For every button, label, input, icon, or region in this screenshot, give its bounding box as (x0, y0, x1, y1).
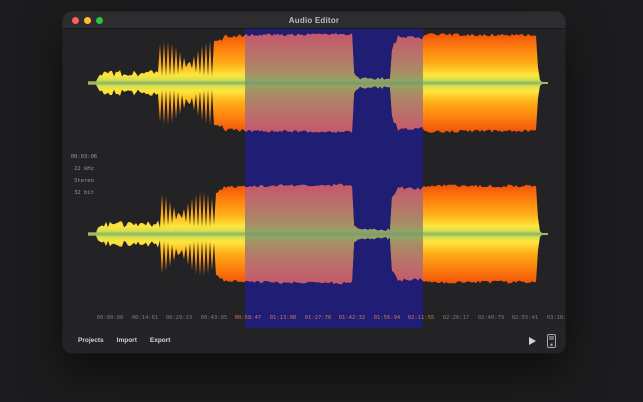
toolbar: Projects Import Export (63, 328, 565, 353)
toolbar-button-export[interactable]: Export (150, 337, 171, 344)
timeline[interactable]: 00:00:00 00:14:61 00:29:23 00:43:85 00:58:47… (63, 315, 565, 325)
audio-editor-window: Audio Editor 00:03:06 22 kHz Stereo 32 b… (63, 12, 565, 353)
timeline-label: 00:43:85 (200, 315, 228, 321)
sample-rate-label: 22 kHz (74, 166, 94, 172)
titlebar[interactable]: Audio Editor (63, 12, 565, 29)
timeline-label: 02:11:55 (407, 315, 435, 321)
timeline-label: 00:29:23 (165, 315, 193, 321)
duration-label: 00:03:06 (70, 154, 98, 160)
output-device-icon[interactable] (547, 333, 556, 348)
close-button[interactable] (72, 16, 79, 24)
timeline-label: 02:55:41 (511, 315, 539, 321)
zoom-button[interactable] (96, 16, 103, 24)
timeline-label: 00:58:47 (234, 315, 262, 321)
toolbar-button-projects[interactable]: Projects (78, 337, 104, 344)
minimize-button[interactable] (84, 16, 91, 24)
window-title: Audio Editor (288, 15, 340, 25)
toolbar-button-import[interactable]: Import (117, 337, 137, 344)
waveform-canvas[interactable] (63, 29, 565, 328)
timeline-label: 02:26:17 (442, 315, 470, 321)
audio-metadata: 00:03:06 22 kHz Stereo 32 bit (65, 151, 103, 199)
timeline-label: 01:27:70 (304, 315, 332, 321)
bit-depth-label: 32 bit (74, 190, 94, 196)
traffic-lights (72, 12, 103, 28)
timeline-label: 00:00:00 (96, 315, 124, 321)
timeline-label: 00:14:61 (131, 315, 159, 321)
timeline-label: 02:40:79 (477, 315, 505, 321)
timeline-label: 01:56:94 (373, 315, 401, 321)
timeline-label: 03:10:02 (546, 315, 565, 321)
channels-label: Stereo (74, 178, 94, 184)
waveform-editor-area[interactable]: 00:03:06 22 kHz Stereo 32 bit 00:00:00 00… (63, 29, 565, 328)
timeline-label: 01:13:08 (269, 315, 297, 321)
play-icon[interactable] (529, 336, 536, 345)
timeline-label: 01:42:32 (338, 315, 366, 321)
